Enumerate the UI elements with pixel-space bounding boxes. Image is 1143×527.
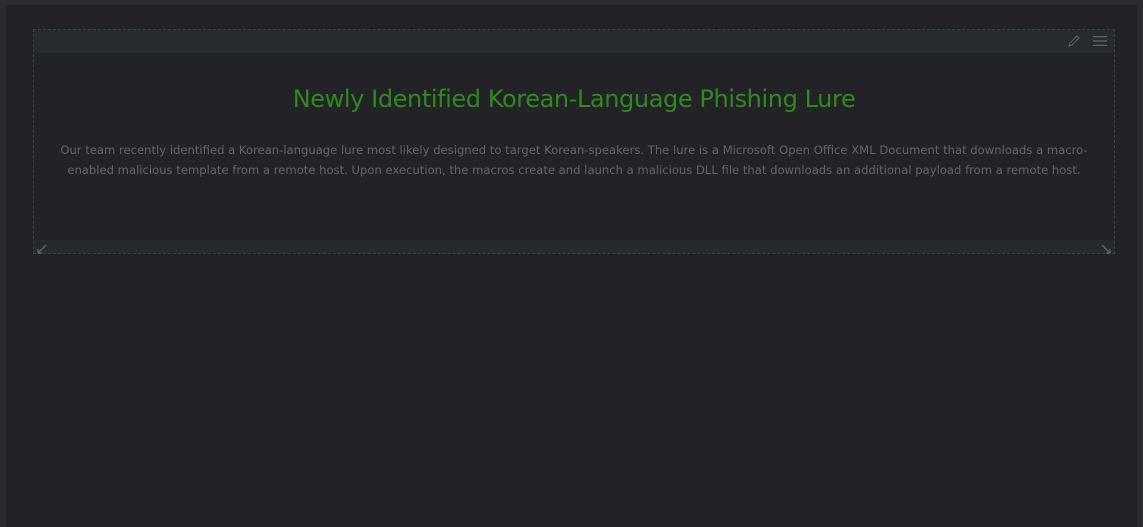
panel-description: Our team recently identified a Korean-la… bbox=[60, 143, 1088, 177]
text-panel: Newly Identified Korean-Language Phishin… bbox=[33, 29, 1115, 254]
panel-header[interactable] bbox=[34, 30, 1114, 53]
hamburger-menu-icon[interactable] bbox=[1092, 33, 1108, 49]
pencil-icon[interactable] bbox=[1066, 33, 1082, 49]
panel-tools bbox=[1066, 33, 1108, 49]
panel-body: Newly Identified Korean-Language Phishin… bbox=[34, 53, 1114, 240]
panel-footer bbox=[34, 240, 1114, 254]
dashboard-canvas: Newly Identified Korean-Language Phishin… bbox=[6, 5, 1137, 527]
panel-title: Newly Identified Korean-Language Phishin… bbox=[292, 85, 856, 113]
resize-arrow-icon[interactable] bbox=[1100, 240, 1112, 254]
resize-arrow-icon[interactable] bbox=[36, 240, 48, 254]
